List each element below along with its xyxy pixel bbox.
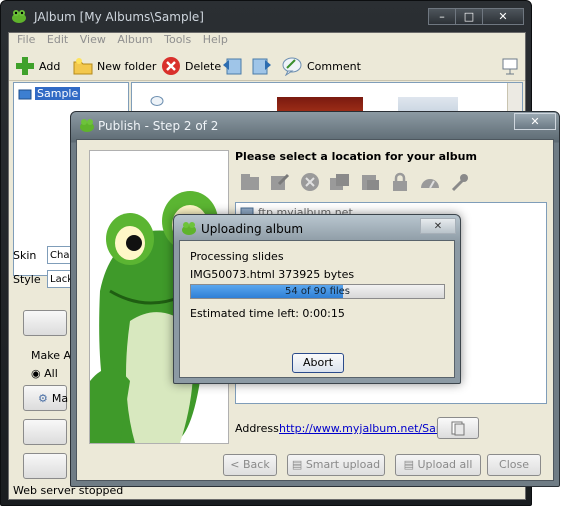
comment-bubble-icon [282,57,302,76]
radio-selected-icon: ◉ [31,367,41,380]
menu-tools[interactable]: Tools [164,33,191,46]
main-titlebar[interactable]: JAlbum [My Albums\Sample] – □ ✕ [0,0,532,30]
comment-label: Comment [307,59,361,73]
style-label: Style [13,273,41,286]
gear-icon: ⚙ [38,391,48,405]
slideshow-button[interactable] [501,55,519,77]
album-globe-icon [18,89,32,99]
rotate-right-icon [252,58,271,75]
tree-item-label: Sample [35,87,81,100]
main-window-title: JAlbum [My Albums\Sample] [34,10,204,24]
address-label: Address [235,422,279,435]
uploading-client-area: Processing slides IMG50073.html 373925 b… [179,240,455,378]
menu-edit[interactable]: Edit [47,33,68,46]
upload-icon: ▤ [291,458,303,471]
rotate-right-button[interactable] [251,55,273,77]
speed-gauge-icon[interactable] [419,172,441,192]
upload-progress-bar: 54 of 90 files [190,284,445,299]
uploading-dialog-title: Uploading album [201,222,304,236]
copy-clipboard-icon [451,421,465,436]
rotate-left-icon [223,58,242,75]
progress-text: 54 of 90 files [284,286,351,297]
album-address-link[interactable]: http://www.myjalbum.net/Sample [279,422,463,435]
minimize-icon[interactable]: – [428,8,456,25]
close-icon[interactable]: ✕ [482,8,524,25]
upload-all-icon: ▤ [403,458,414,471]
make-album-button[interactable]: ⚙ Ma [23,385,69,411]
close-icon[interactable]: ✕ [420,218,456,234]
lock-icon[interactable] [389,172,411,192]
remove-location-icon[interactable] [299,172,321,192]
jalbum-frog-icon [182,222,196,235]
add-label: Add [39,59,61,73]
rotate-left-button[interactable] [221,55,243,77]
delete-icon [162,57,180,75]
add-location-icon[interactable] [239,172,261,192]
new-folder-label: New folder [97,59,157,73]
copy-location-icon[interactable] [329,172,351,192]
close-button[interactable]: Close [487,454,541,476]
settings-button[interactable] [23,310,67,336]
plus-icon [16,57,34,75]
upload-all-button[interactable]: ▤ Upload all [395,454,481,476]
new-folder-button[interactable]: New folder [73,55,156,77]
menu-view[interactable]: View [80,33,106,46]
folder-star-icon [73,58,93,75]
caption-buttons: – □ ✕ [428,8,524,25]
main-toolbar: Add New folder Delete Comment [9,50,525,81]
close-icon[interactable]: ✕ [514,113,556,130]
upload-status-text: Processing slides [190,250,284,263]
add-button[interactable]: Add [15,55,60,77]
presentation-icon [502,58,518,75]
all-radio-label: All [44,367,58,380]
tools-wrench-icon[interactable] [449,172,471,192]
publish-button[interactable] [23,453,67,479]
menu-help[interactable]: Help [203,33,228,46]
all-radio[interactable]: ◉ All [31,367,58,380]
smart-upload-button[interactable]: ▤ Smart upload [287,454,385,476]
back-button[interactable]: < Back [223,454,277,476]
abort-button[interactable]: Abort [292,353,344,373]
jalbum-frog-icon [80,119,94,132]
publish-heading: Please select a location for your album [235,150,477,163]
paste-location-icon[interactable] [359,172,381,192]
delete-button[interactable]: Delete [161,55,221,77]
preview-button[interactable] [23,419,67,445]
tree-item-sample[interactable]: Sample [18,87,81,100]
copy-address-button[interactable] [437,417,479,439]
comment-small-icon [150,96,164,106]
edit-location-icon[interactable] [269,172,291,192]
comment-button[interactable]: Comment [281,55,361,77]
uploading-dialog: Uploading album ✕ Processing slides IMG5… [173,214,461,384]
make-album-button-label: Ma [51,391,69,405]
menu-album[interactable]: Album [117,33,152,46]
delete-label: Delete [185,59,222,73]
publish-location-toolbar [239,172,479,192]
menu-bar: File Edit View Album Tools Help [9,33,525,49]
menu-file[interactable]: File [17,33,35,46]
upload-current-file: IMG50073.html 373925 bytes [190,268,355,281]
jalbum-frog-icon [12,10,26,23]
smart-upload-label: Smart upload [305,458,381,471]
publish-window-title: Publish - Step 2 of 2 [98,119,219,133]
maximize-icon[interactable]: □ [455,8,483,25]
skin-label: Skin [13,249,37,262]
estimated-time-text: Estimated time left: 0:00:15 [190,307,345,320]
upload-all-label: Upload all [417,458,473,471]
